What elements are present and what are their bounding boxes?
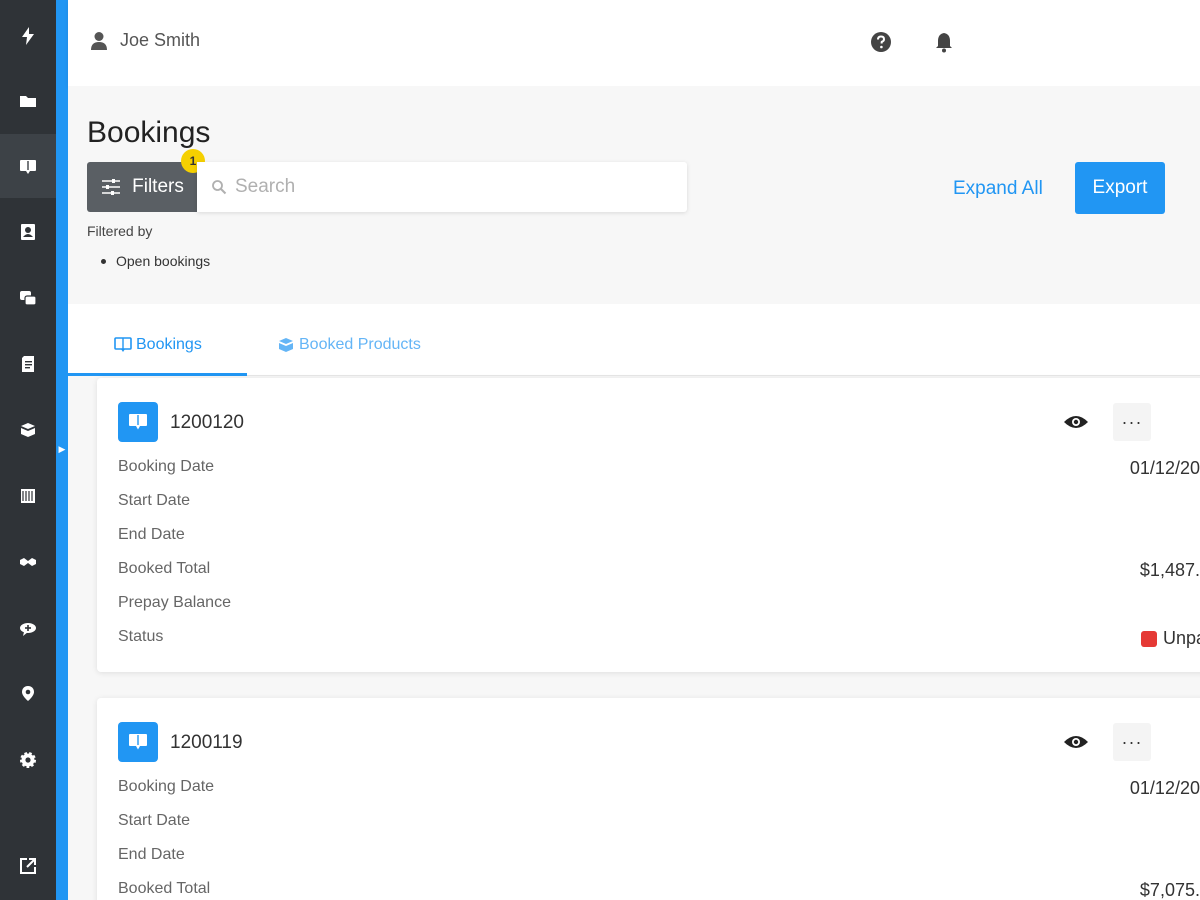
expand-all-link[interactable]: Expand All [953,178,1043,200]
filters-label: Filters [132,176,184,197]
row-label: Status [118,628,164,645]
export-button[interactable]: Export [1075,162,1165,214]
row-label: Prepay Balance [118,594,231,611]
booking-id[interactable]: 1200119 [170,732,243,754]
eye-icon[interactable] [1063,733,1089,751]
bell-icon[interactable] [932,30,956,54]
row-label: Booking Date [118,458,215,475]
booked-total-value: $7,075.10 [1139,880,1200,900]
row-label: End Date [118,846,185,863]
tab-booked-products[interactable]: Booked Products [277,336,421,354]
row-label: End Date [118,526,185,543]
reports-icon [21,489,35,503]
sidebar-toggle[interactable]: ▶ [56,436,68,462]
tab-bookings[interactable]: Bookings [114,336,202,354]
cloud-icon [20,623,36,636]
products-icon [21,423,35,437]
sliders-icon [102,179,121,195]
sidebar-item-products[interactable] [0,398,56,462]
booking-type-icon [118,402,158,442]
external-link-icon [20,858,36,874]
lightning-icon [22,27,34,45]
status-indicator [1140,630,1157,647]
filtered-by-label: Filtered by [87,223,153,239]
row-label: Booked Total [118,560,211,577]
view-tabs: Bookings Booked Products [68,304,1200,376]
chat-icon [20,291,37,306]
row-label: Booked Total [118,880,211,897]
row-label: Start Date [118,492,191,509]
user-name: Joe Smith [120,30,201,50]
sidebar-item-settings[interactable] [0,728,56,792]
sidebar-item-bookings[interactable] [0,134,56,198]
bookings-icon [129,414,147,430]
bookings-list: 1200120 ··· Booking Date 01/12/2019 Star… [68,376,1200,900]
sidebar-item-reports[interactable] [0,464,56,528]
sidebar-item-partners[interactable] [0,530,56,594]
eye-icon[interactable] [1063,413,1089,431]
help-icon[interactable] [869,30,893,54]
tab-label: Booked Products [299,336,421,353]
filters-button[interactable]: Filters [87,162,197,212]
row-label: Start Date [118,812,191,829]
sidebar-item-files[interactable] [0,69,56,133]
more-options-button[interactable]: ··· [1113,723,1151,761]
chevron-right-icon: ▶ [58,443,66,454]
row-label: Booking Date [118,778,215,795]
user-menu[interactable]: Joe Smith [90,30,200,51]
handshake-icon [20,558,36,566]
sidebar-item-contacts[interactable] [0,200,56,264]
top-header: Joe Smith [68,0,1200,86]
products-icon [279,338,293,352]
booked-total-value: $1,487.19 [1139,560,1200,580]
booking-date-value: 01/12/2019 [1129,458,1200,478]
sidebar [0,0,56,900]
bookings-icon [20,160,36,174]
booking-card[interactable]: 1200120 ··· Booking Date 01/12/2019 Star… [97,378,1200,672]
ellipsis-icon: ··· [1121,411,1143,432]
sidebar-item-chat[interactable] [0,266,56,330]
bookings-icon [114,337,132,352]
status-text: Unpaid [1162,628,1200,648]
sidebar-item-messages[interactable] [0,596,56,660]
user-icon [91,31,107,50]
search-icon [212,180,227,195]
folder-icon [20,96,36,107]
status-badge: Unpaid [1140,628,1200,649]
sidebar-item-locations[interactable] [0,662,56,726]
search-input[interactable] [235,176,655,198]
booking-id[interactable]: 1200120 [170,412,244,434]
documents-icon [22,356,34,372]
sidebar-item-documents[interactable] [0,332,56,396]
bookings-icon [129,734,147,750]
booking-card[interactable]: 1200119 ··· Booking Date 01/12/2019 Star… [97,698,1200,900]
settings-icon [20,752,36,768]
location-icon [22,686,34,701]
contacts-icon [21,224,35,240]
active-filter-label: Open bookings [116,253,211,269]
search-box [197,162,687,212]
active-filter-item: Open bookings [101,253,211,269]
bookings-toolbar: Bookings Filters 1 Filtered by Open book… [68,86,1200,304]
bullet [101,258,106,264]
tab-label: Bookings [136,336,202,353]
booking-type-icon [118,722,158,762]
booking-date-value: 01/12/2019 [1129,778,1200,798]
page-title: Bookings [87,116,211,149]
ellipsis-icon: ··· [1121,731,1143,752]
more-options-button[interactable]: ··· [1113,403,1151,441]
sidebar-item-dashboard[interactable] [0,4,56,68]
sidebar-item-external[interactable] [0,834,56,898]
